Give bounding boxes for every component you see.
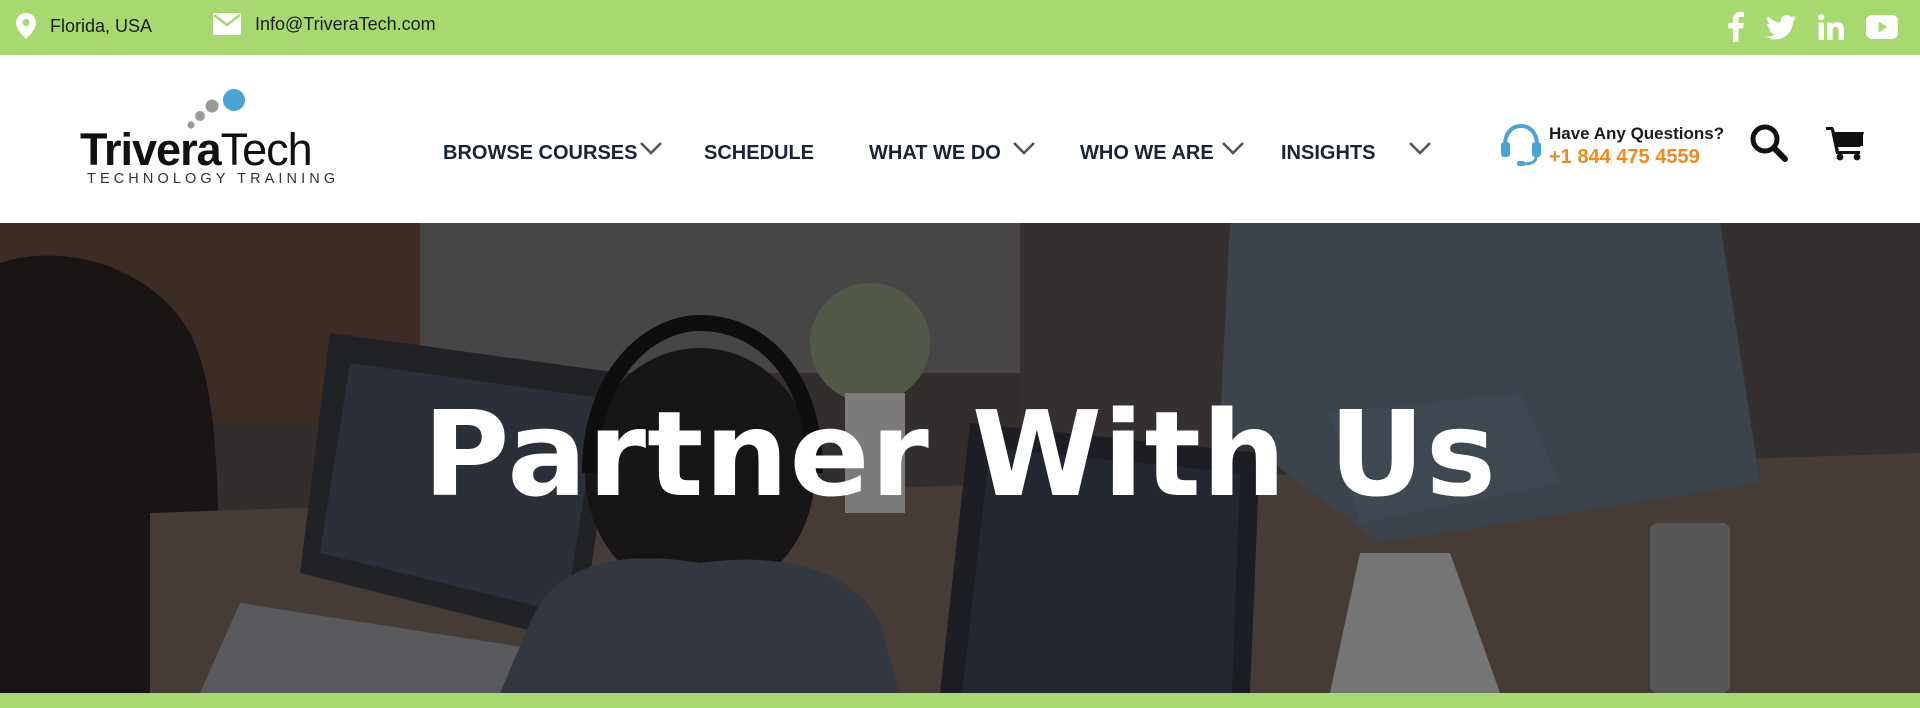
cart-button[interactable] [1826,125,1866,166]
location-info: Florida, USA [16,13,152,39]
nav-label[interactable]: WHAT WE DO [869,142,1001,165]
nav-insights[interactable]: INSIGHTS [1281,142,1431,165]
email-text[interactable]: Info@TriveraTech.com [255,14,436,35]
help-question: Have Any Questions? [1549,124,1725,143]
twitter-icon[interactable] [1766,10,1796,44]
social-links [1728,10,1898,44]
logo-word-trivera: Trivera [80,124,222,175]
chevron-down-icon[interactable] [1220,139,1246,157]
map-pin-icon [16,13,36,39]
facebook-icon[interactable] [1728,10,1744,44]
location-text: Florida, USA [50,15,153,36]
nav-label[interactable]: INSIGHTS [1281,142,1375,165]
nav-label[interactable]: BROWSE COURSES [443,142,637,165]
headset-icon [1501,123,1541,166]
logo-word-tech: Tech [220,124,313,175]
hero-banner: Partner With Us [0,223,1920,693]
hero-title: Partner With Us [422,385,1497,523]
email-link[interactable]: Info@TriveraTech.com [213,13,436,35]
nav-what-we-do[interactable]: WHAT WE DO [869,142,1035,165]
linkedin-icon[interactable] [1818,10,1844,44]
logo-tagline: TECHNOLOGY TRAINING [87,171,340,187]
search-icon[interactable] [1749,123,1789,163]
nav-label[interactable]: SCHEDULE [704,142,814,165]
nav-who-we-are[interactable]: WHO WE ARE [1080,142,1244,165]
envelope-icon [213,13,241,35]
logo-wordmark: TriveraTech [80,124,313,175]
help-phone-number[interactable]: +1 844 475 4559 [1549,146,1700,169]
nav-browse-courses[interactable]: BROWSE COURSES [443,142,662,165]
chevron-down-icon[interactable] [1407,139,1433,157]
cart-icon[interactable] [1826,125,1866,161]
trivera-logo[interactable]: TriveraTech TECHNOLOGY TRAINING [78,89,335,199]
help-contact[interactable]: Have Any Questions? +1 844 475 4559 [1499,121,1739,171]
youtube-icon[interactable] [1866,10,1898,44]
search-button[interactable] [1749,123,1789,168]
chevron-down-icon[interactable] [1011,139,1037,157]
nav-schedule[interactable]: SCHEDULE [704,142,814,165]
top-bar: Florida, USA Info@TriveraTech.com [0,0,1920,55]
chevron-down-icon[interactable] [638,139,664,157]
bottom-accent-strip [0,693,1920,708]
site-header: TriveraTech TECHNOLOGY TRAINING BROWSE C… [0,55,1920,223]
nav-label[interactable]: WHO WE ARE [1080,142,1214,165]
